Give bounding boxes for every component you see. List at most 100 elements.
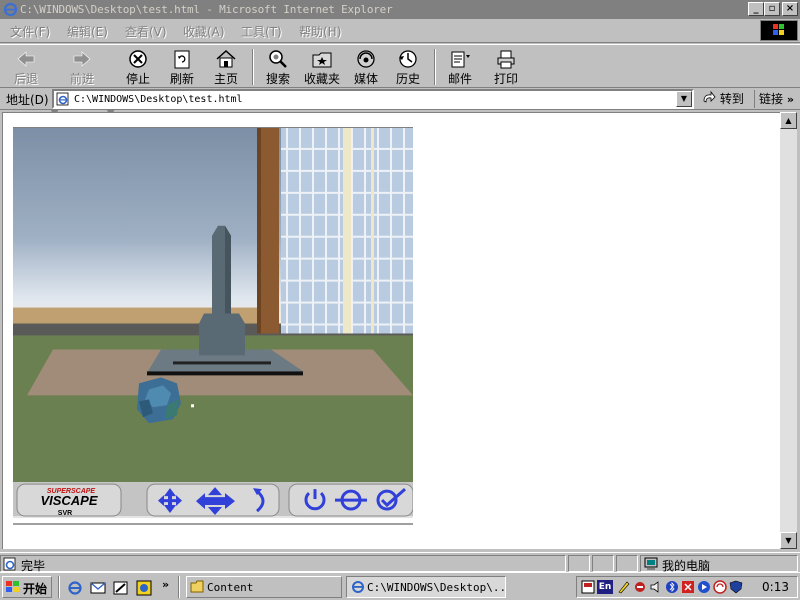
media-button[interactable]: 媒体 <box>348 47 384 87</box>
mail-button[interactable]: 邮件 <box>442 47 478 87</box>
media-label: 媒体 <box>353 72 378 86</box>
start-label: 开始 <box>23 582 48 596</box>
menu-favorites[interactable]: 收藏(A) <box>183 23 225 40</box>
cursor-dot <box>191 404 194 408</box>
viscape-logo: VISCAPE <box>40 493 97 508</box>
status-text-panel: 完毕 <box>0 555 566 573</box>
forward-button[interactable]: 前进 <box>62 47 102 87</box>
mail-icon <box>451 51 470 68</box>
task-label: Content <box>207 581 254 594</box>
media-icon <box>357 50 375 68</box>
address-bar: 地址(D) ▼ 转到 链接 » <box>0 88 800 110</box>
history-icon <box>399 50 417 68</box>
menu-tools[interactable]: 工具(T) <box>241 23 282 40</box>
go-button[interactable]: 转到 <box>702 90 744 108</box>
quicklaunch-app-icon[interactable] <box>136 580 152 596</box>
refresh-label: 刷新 <box>169 72 194 86</box>
red-app-tray-icon[interactable] <box>681 580 695 594</box>
antivirus-tray-icon[interactable] <box>729 580 743 594</box>
quicklaunch-more-icon[interactable]: » <box>162 578 169 591</box>
forward-label: 前进 <box>69 72 94 86</box>
minimize-button[interactable]: _ <box>748 2 764 16</box>
task-ie-window[interactable]: C:\WINDOWS\Desktop\... <box>346 576 506 598</box>
links-label: 链接 <box>759 92 784 106</box>
taskbar-separator <box>58 576 60 598</box>
title-bar[interactable]: C:\WINDOWS\Desktop\test.html - Microsoft… <box>0 0 800 19</box>
page-done-icon <box>3 557 16 571</box>
favorites-label: 收藏夹 <box>303 72 340 86</box>
scroll-down-button[interactable]: ▼ <box>780 532 797 549</box>
forward-arrow-icon <box>73 51 91 67</box>
security-zone-panel: 我的电脑 <box>640 555 798 573</box>
home-button[interactable]: 主页 <box>208 47 244 87</box>
address-dropdown-button[interactable]: ▼ <box>676 91 692 107</box>
ie-task-icon <box>352 581 364 593</box>
pen-tray-icon[interactable] <box>617 580 631 594</box>
history-button[interactable]: 历史 <box>390 47 426 87</box>
favorites-button[interactable]: 收藏夹 <box>302 47 342 87</box>
toolbar-separator <box>252 49 254 85</box>
chevron-right-icon: » <box>786 93 794 106</box>
viscape-3d-viewer[interactable]: SUPERSCAPE VISCAPE SVR <box>13 127 413 527</box>
status-panel <box>568 555 590 572</box>
media-player-tray-icon[interactable] <box>697 580 711 594</box>
toolbar-separator <box>434 49 436 85</box>
back-button[interactable]: 后退 <box>6 47 46 87</box>
page-content[interactable]: SUPERSCAPE VISCAPE SVR <box>2 112 780 549</box>
vertical-scrollbar[interactable]: ▲ ▼ <box>780 112 797 549</box>
menu-help[interactable]: 帮助(H) <box>299 23 341 40</box>
links-button[interactable]: 链接 » <box>754 90 794 108</box>
ie-page-icon <box>56 92 69 106</box>
network-tray-icon[interactable] <box>713 580 727 594</box>
address-input[interactable] <box>74 92 674 107</box>
go-arrow-icon <box>703 90 716 103</box>
menu-file[interactable]: 文件(F) <box>10 23 50 40</box>
viscape-brand-sub: SVR <box>58 510 72 517</box>
volume-icon[interactable] <box>649 580 663 594</box>
refresh-icon <box>174 50 190 69</box>
quicklaunch-outlook-icon[interactable] <box>90 580 106 596</box>
home-label: 主页 <box>213 72 238 86</box>
status-bar: 完毕 我的电脑 <box>0 552 800 573</box>
task-content-folder[interactable]: Content <box>186 576 342 598</box>
language-indicator[interactable]: En <box>597 580 613 594</box>
input-method-tray-icon[interactable] <box>633 580 647 594</box>
menu-bar: 文件(F) 编辑(E) 查看(V) 收藏(A) 工具(T) 帮助(H) <box>0 19 800 43</box>
search-label: 搜索 <box>265 72 290 86</box>
printer-icon <box>497 50 515 69</box>
menu-edit[interactable]: 编辑(E) <box>67 23 108 40</box>
taskbar-separator <box>178 576 180 598</box>
quicklaunch-ie-icon[interactable] <box>67 580 83 596</box>
system-tray: En 0:13 <box>576 576 798 598</box>
taskbar: 开始 » Content C:\WINDOWS\Desktop\... En 0… <box>0 572 800 600</box>
back-arrow-icon <box>17 51 35 67</box>
window-title: C:\WINDOWS\Desktop\test.html - Microsoft… <box>20 3 393 16</box>
cube-boulder <box>137 377 181 424</box>
standard-toolbar: 后退 ▼ 前进 ▼ 停止 刷新 主页 搜索 收藏夹 媒体 历史 邮件 打印 <box>0 44 800 119</box>
address-field[interactable]: ▼ <box>52 89 694 109</box>
ie-icon <box>3 2 18 17</box>
home-icon <box>216 49 236 68</box>
back-label: 后退 <box>13 72 38 86</box>
clock[interactable]: 0:13 <box>762 580 789 594</box>
windows-flag-icon <box>6 581 19 592</box>
go-label: 转到 <box>719 92 744 106</box>
quicklaunch-desktop-icon[interactable] <box>113 580 129 596</box>
start-button[interactable]: 开始 <box>2 576 52 598</box>
task-label: C:\WINDOWS\Desktop\... <box>367 581 506 594</box>
favorites-folder-icon <box>312 52 332 68</box>
status-panel <box>592 555 614 572</box>
maximize-button[interactable]: ▫ <box>764 2 780 16</box>
refresh-button[interactable]: 刷新 <box>164 47 200 87</box>
history-label: 历史 <box>395 72 420 86</box>
print-button[interactable]: 打印 <box>488 47 524 87</box>
search-button[interactable]: 搜索 <box>260 47 296 87</box>
mail-label: 邮件 <box>447 72 472 86</box>
keyboard-tray-icon[interactable] <box>581 580 595 594</box>
stop-button[interactable]: 停止 <box>120 47 156 87</box>
bluetooth-tray-icon[interactable] <box>665 580 679 594</box>
address-label: 地址(D) <box>6 93 49 107</box>
menu-view[interactable]: 查看(V) <box>125 23 167 40</box>
close-button[interactable]: × <box>782 2 798 16</box>
scroll-up-button[interactable]: ▲ <box>780 112 797 129</box>
